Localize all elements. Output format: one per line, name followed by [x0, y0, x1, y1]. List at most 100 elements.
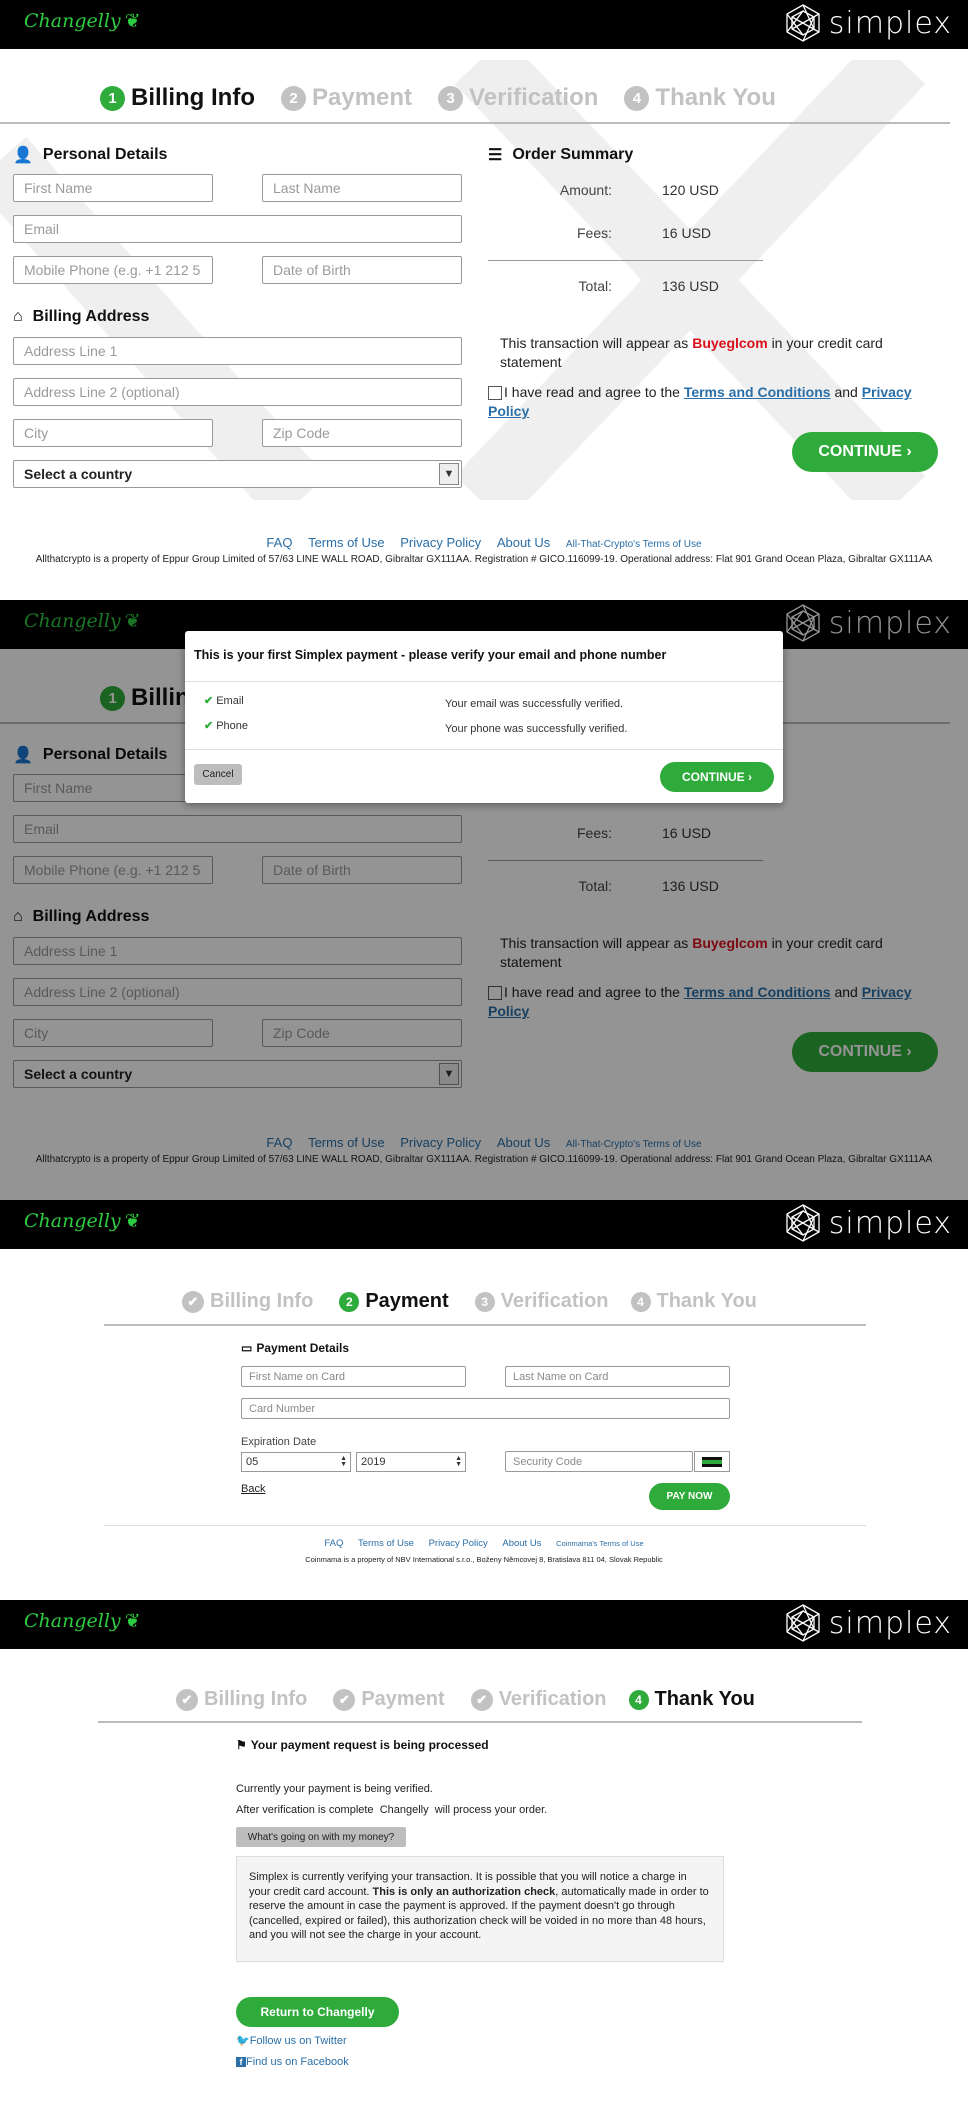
last-name-input[interactable]: Last Name — [262, 174, 462, 202]
check-circle-icon: ✔ — [182, 1290, 204, 1313]
dob-input[interactable]: Date of Birth — [262, 256, 462, 284]
chevron-right-icon: › — [906, 443, 912, 460]
step-thank-you: 4Thank You — [630, 1290, 757, 1313]
city-input[interactable]: City — [13, 419, 213, 447]
modal-header-divider — [185, 681, 783, 682]
whats-going-on-button[interactable]: What's going on with my money? — [236, 1827, 406, 1847]
email-input[interactable]: Email — [13, 215, 462, 243]
check-circle-icon: ✔ — [176, 1688, 198, 1711]
changelly-logo[interactable]: Changelly ❦ — [24, 10, 141, 32]
card-number-input[interactable]: Card Number — [241, 1398, 730, 1419]
return-button[interactable]: Return to Changelly — [236, 1997, 399, 2027]
screen-verify-modal: Changelly❦ simplex 1Billing Info 2Paymen… — [0, 600, 968, 1200]
privacy-policy-link[interactable]: Privacy Policy — [400, 535, 481, 550]
screen-thank-you: Changelly ❦ simplex ✔ Billing Info ✔ Paymen… — [0, 1600, 968, 2121]
payment-details-title: ▭ Payment Details — [241, 1341, 350, 1355]
step-payment: 2Payment — [339, 1290, 449, 1313]
steps-divider — [0, 122, 950, 124]
phone-verified-status: Your phone was successfully verified. — [445, 723, 628, 735]
footer-legal-text: Coinmama is a property of NBV Internatio… — [305, 1555, 663, 1564]
partner-terms-link[interactable]: Coinmama's Terms of Use — [556, 1539, 644, 1548]
spinner-icon: ▲ ▼ — [340, 1455, 347, 1468]
phone-input[interactable]: Mobile Phone (e.g. +1 212 5 — [13, 256, 213, 284]
steps-divider — [104, 1324, 866, 1326]
agree-checkbox[interactable] — [488, 386, 502, 401]
faq-link[interactable]: FAQ — [266, 535, 292, 550]
first-name-input[interactable]: First Name — [13, 174, 213, 202]
step-payment: 2Payment — [280, 84, 412, 112]
pay-now-button[interactable]: PAY NOW — [649, 1483, 730, 1510]
address-line1-input[interactable]: Address Line 1 — [13, 337, 462, 365]
steps-divider — [98, 1721, 862, 1723]
card-last-name-input[interactable]: Last Name on Card — [505, 1366, 730, 1387]
privacy-policy-link[interactable]: Privacy Policy — [429, 1538, 488, 1549]
footer-legal-text: Allthatcrypto is a property of Eppur Gro… — [35, 554, 933, 565]
step-billing-info: ✔ Billing Info — [182, 1290, 313, 1313]
zip-input[interactable]: Zip Code — [262, 419, 462, 447]
statement-note: This transaction will appear as Buyeglco… — [500, 335, 883, 370]
screen-billing: Changelly ❦ simplex 1 Billing Info 2 Paymen… — [0, 0, 968, 600]
partner-terms-link[interactable]: All-That-Crypto's Terms of Use — [566, 539, 702, 550]
fees-row: Fees: 16 USD — [576, 225, 712, 241]
terms-link[interactable]: Terms and Conditions — [684, 384, 831, 400]
changelly-logo[interactable]: Changelly ❦ — [24, 1610, 141, 1632]
progress-steps: 1Billing Info 2Payment 3Verification 4Th… — [100, 84, 802, 112]
email-verified-label: ✔ Email — [204, 695, 244, 707]
spinner-icon: ▲ ▼ — [455, 1455, 462, 1468]
exp-year-select[interactable]: 2019 ▲ ▼ — [356, 1452, 466, 1472]
continue-button[interactable]: CONTINUE › — [792, 432, 938, 472]
leaf-icon: ❦ — [124, 1210, 141, 1232]
about-us-link[interactable]: About Us — [502, 1538, 541, 1549]
facebook-link[interactable]: f Find us on Facebook — [236, 2056, 349, 2068]
country-select[interactable]: Select a country ▼ — [13, 460, 462, 488]
step-billing-info: 1Billing Info — [100, 84, 255, 112]
payment-footer-divider — [104, 1525, 866, 1526]
simplex-logo: simplex — [783, 3, 952, 43]
total-row: Total: 136 USD — [578, 278, 719, 294]
card-first-name-input[interactable]: First Name on Card — [241, 1366, 466, 1387]
simplex-logo: simplex — [783, 1603, 952, 1643]
address-line2-input[interactable]: Address Line 2 (optional) — [13, 378, 462, 406]
step-billing-info: ✔ Billing Info — [176, 1688, 307, 1711]
cancel-button[interactable]: Cancel — [194, 764, 242, 785]
top-bar: Changelly ❦ simplex — [0, 1200, 968, 1249]
step-thank-you: 4Thank You — [628, 1688, 755, 1711]
check-circle-icon: ✔ — [333, 1688, 356, 1711]
step-thank-you: 4Thank You — [624, 84, 776, 112]
flag-icon: ⚑ — [236, 1738, 247, 1752]
footer-links: FAQ Terms of Use Privacy Policy About Us… — [0, 1538, 968, 1549]
step-verification: ✔ Verification — [470, 1688, 607, 1711]
progress-steps: ✔ Billing Info ✔ Payment ✔ Verification 4 Th… — [176, 1688, 781, 1711]
faq-link[interactable]: FAQ — [324, 1538, 343, 1549]
verification-modal: This is your first Simplex payment - ple… — [185, 631, 783, 803]
chevron-down-icon: ▼ — [439, 463, 459, 485]
amount-row: Amount: 120 USD — [559, 182, 719, 198]
authorization-info-box: Simplex is currently verifying your tran… — [236, 1856, 724, 1962]
check-circle-icon: ✔ — [470, 1688, 493, 1711]
leaf-icon: ❦ — [124, 10, 141, 32]
terms-of-use-link[interactable]: Terms of Use — [358, 1538, 414, 1549]
twitter-link[interactable]: 🐦Follow us on Twitter — [236, 2034, 347, 2047]
simplex-logo: simplex — [783, 1203, 952, 1243]
checkmark-icon: ✔ — [204, 695, 214, 707]
home-icon: ⌂ — [13, 308, 23, 325]
after-verification-text: After verification is complete Changelly… — [236, 1804, 548, 1816]
terms-of-use-link[interactable]: Terms of Use — [308, 535, 385, 550]
changelly-logo[interactable]: Changelly ❦ — [24, 1210, 141, 1232]
checkmark-icon: ✔ — [204, 720, 214, 732]
back-link[interactable]: Back — [241, 1483, 265, 1495]
exp-month-select[interactable]: 05 ▲ ▼ — [241, 1452, 351, 1472]
security-code-input[interactable]: Security Code — [505, 1451, 693, 1472]
footer-links: FAQ Terms of Use Privacy Policy About Us… — [0, 535, 968, 550]
processing-title: ⚑ Your payment request is being processed — [236, 1738, 489, 1752]
credit-card-icon: ▭ — [241, 1341, 253, 1355]
top-bar: Changelly ❦ simplex — [0, 1600, 968, 1649]
agree-terms: I have read and agree to the Terms and C… — [488, 384, 912, 419]
screen-payment: Changelly ❦ simplex ✔ Billing Info 2 Paymen… — [0, 1200, 968, 1600]
billing-address-title: ⌂ Billing Address — [13, 308, 150, 325]
list-icon: ☰ — [488, 147, 503, 164]
about-us-link[interactable]: About Us — [497, 535, 550, 550]
modal-continue-button[interactable]: CONTINUE › — [660, 762, 774, 792]
step-verification: 3Verification — [474, 1290, 609, 1313]
email-verified-status: Your email was successfully verified. — [445, 698, 624, 710]
